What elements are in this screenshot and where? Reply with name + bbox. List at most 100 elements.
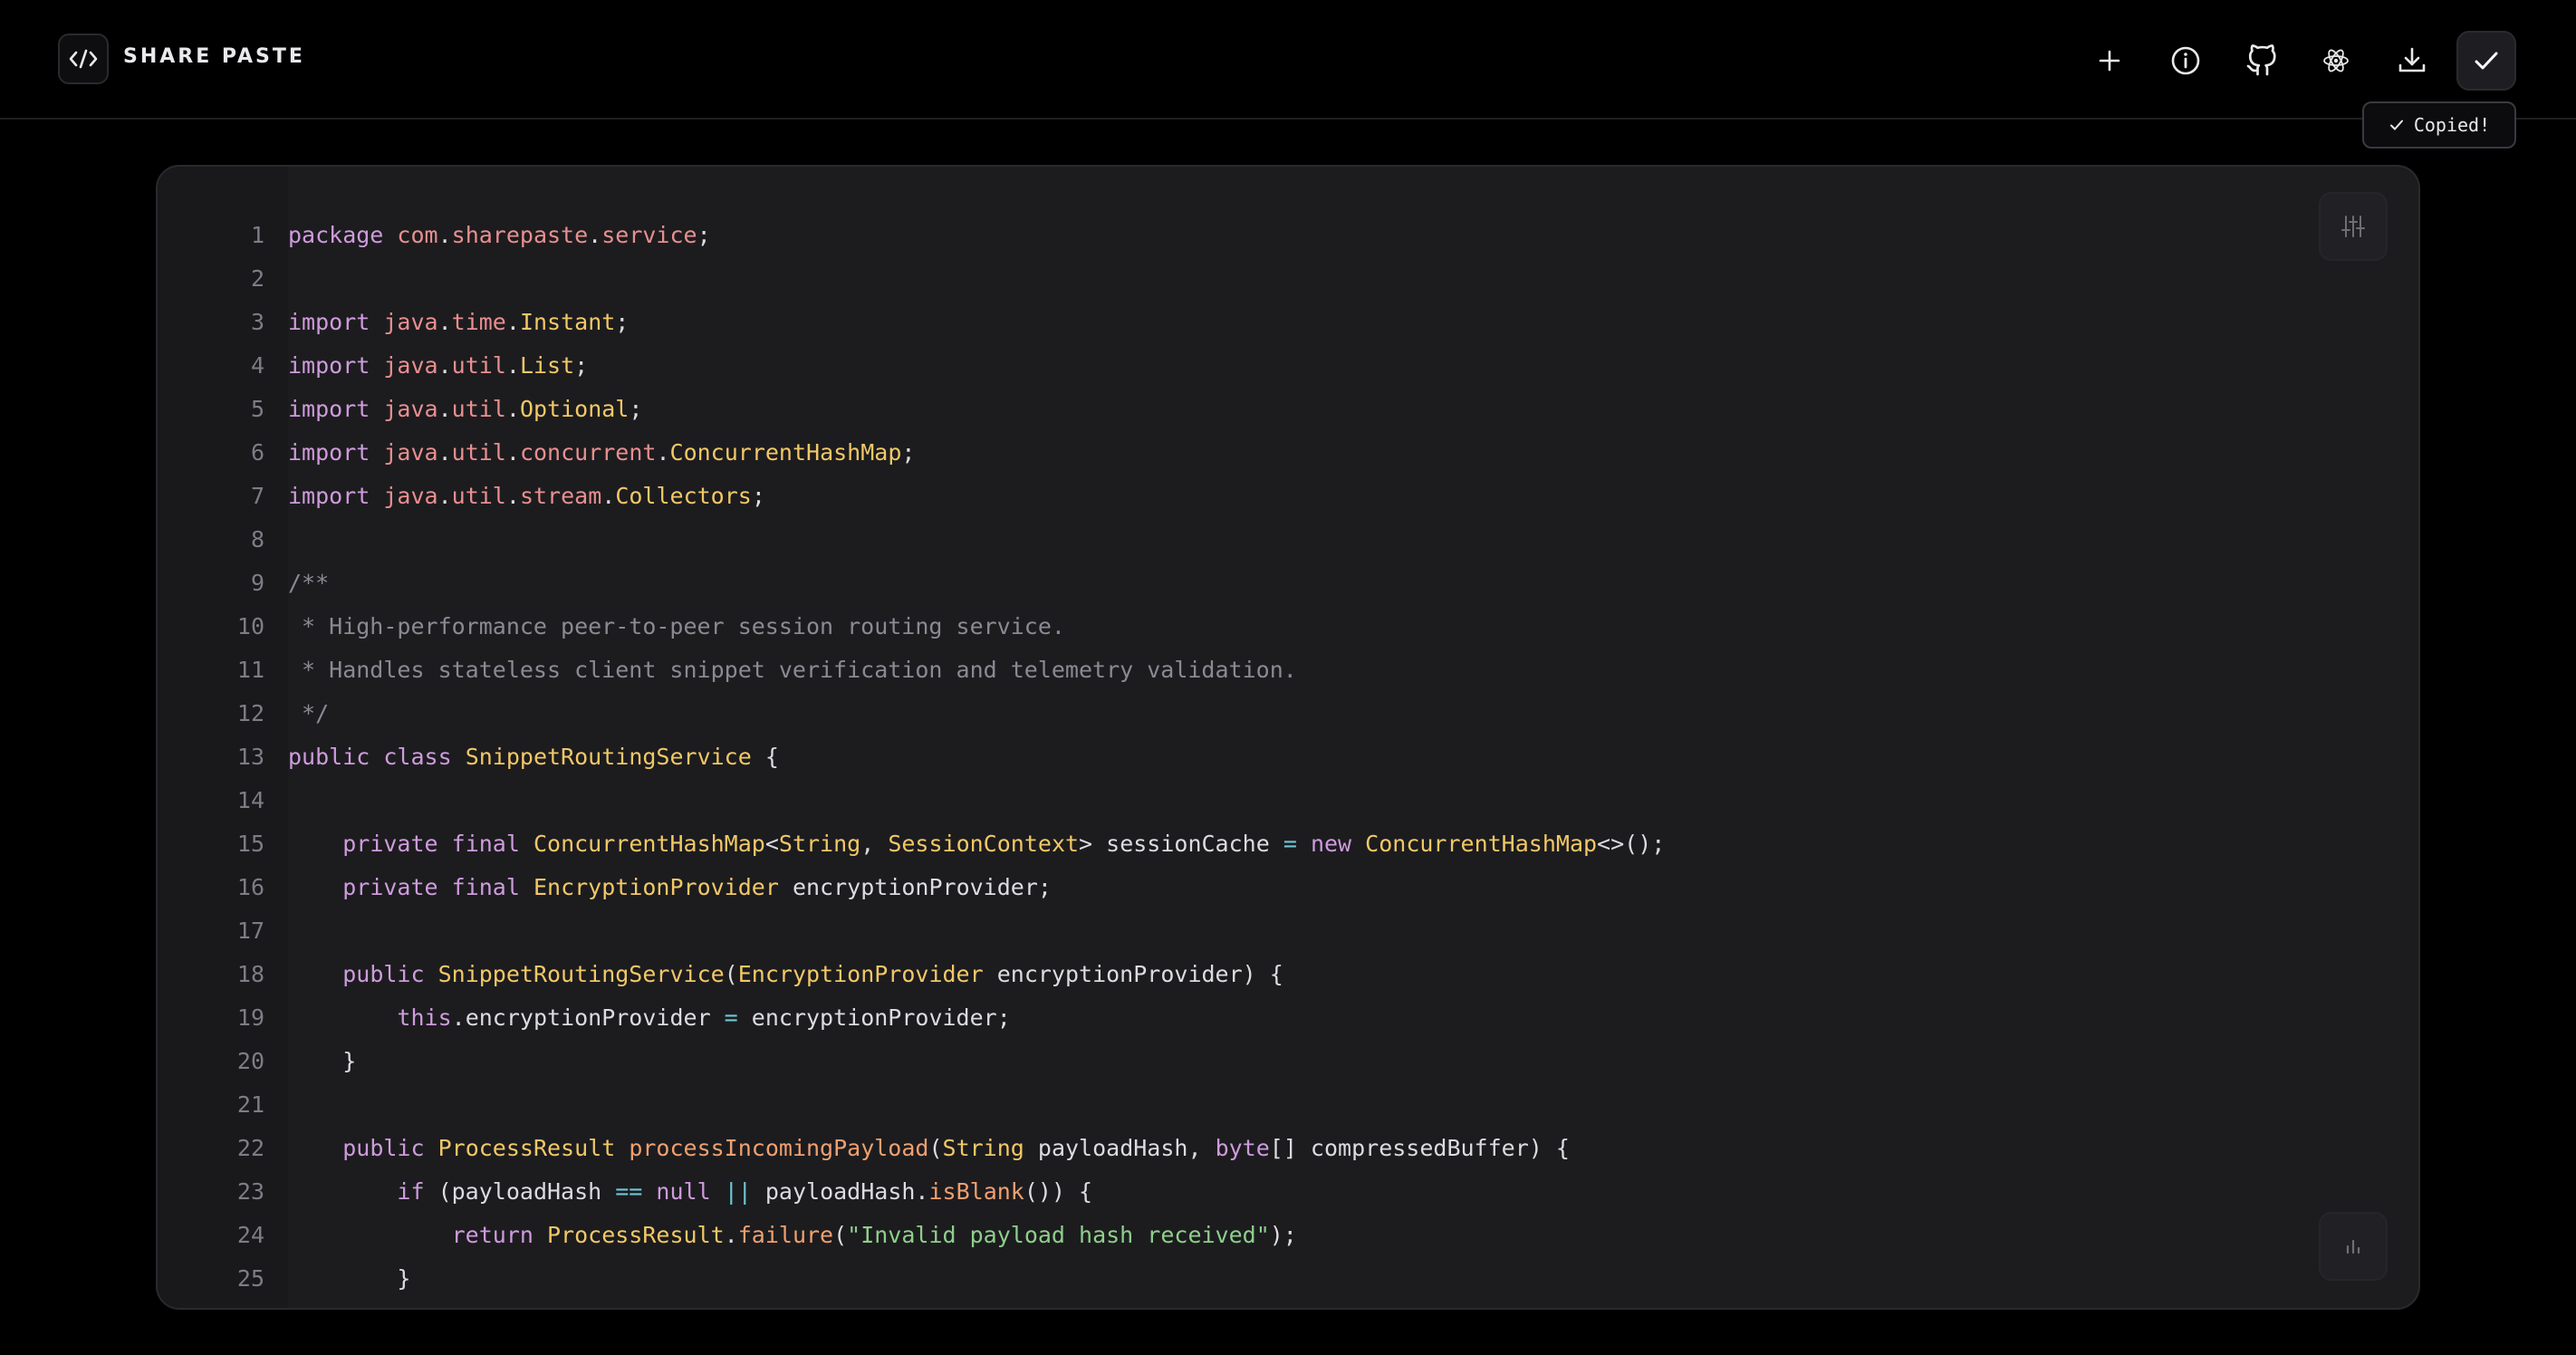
line-number: 11 bbox=[236, 657, 264, 683]
code-token: java bbox=[383, 352, 438, 379]
code-token: [] compressedBuffer) { bbox=[1269, 1135, 1570, 1161]
code-line: 25 } bbox=[158, 1257, 2418, 1301]
code-line: 8 bbox=[158, 518, 2418, 562]
line-source: import java.util.concurrent.ConcurrentHa… bbox=[288, 431, 915, 475]
github-button[interactable] bbox=[2232, 31, 2292, 91]
stats-button[interactable] bbox=[2319, 1212, 2388, 1281]
code-line: 20 } bbox=[158, 1040, 2418, 1083]
code-token: = bbox=[1283, 831, 1297, 857]
line-source: import java.time.Instant; bbox=[288, 301, 629, 344]
code-line: 18 public SnippetRoutingService(Encrypti… bbox=[158, 953, 2418, 996]
code-token: Optional bbox=[519, 396, 630, 422]
code-token: . bbox=[437, 309, 452, 335]
line-number: 23 bbox=[236, 1178, 264, 1205]
info-button[interactable] bbox=[2156, 31, 2216, 91]
code-line: 15 private final ConcurrentHashMap<Strin… bbox=[158, 822, 2418, 866]
code-token: . bbox=[505, 396, 520, 422]
code-token: util bbox=[451, 439, 506, 466]
code-token: failure bbox=[737, 1222, 834, 1248]
code-view[interactable]: 1 package com.sharepaste.service; 2 3 import… bbox=[158, 214, 2418, 1301]
theme-button[interactable] bbox=[2306, 31, 2366, 91]
code-token: sharepaste bbox=[451, 222, 589, 248]
line-number: 19 bbox=[236, 1004, 264, 1031]
line-number: 13 bbox=[236, 744, 264, 770]
code-line: 3 import java.time.Instant; bbox=[158, 301, 2418, 344]
code-token: ConcurrentHashMap bbox=[1365, 831, 1598, 857]
code-token: .encryptionProvider bbox=[451, 1004, 725, 1031]
code-token: . bbox=[505, 352, 520, 379]
code-line: 17 bbox=[158, 909, 2418, 953]
code-token: . bbox=[724, 1222, 738, 1248]
code-token: isBlank bbox=[928, 1178, 1024, 1205]
code-token: ; bbox=[615, 309, 630, 335]
code-line: 22 public ProcessResult processIncomingP… bbox=[158, 1127, 2418, 1170]
code-token: time bbox=[451, 309, 506, 335]
code-token: class bbox=[383, 744, 452, 770]
check-icon bbox=[2389, 120, 2403, 130]
line-number: 14 bbox=[236, 787, 264, 813]
line-number: 21 bbox=[236, 1091, 264, 1118]
copied-tooltip: Copied! bbox=[2362, 101, 2516, 149]
github-icon bbox=[2246, 44, 2276, 76]
code-token: util bbox=[451, 352, 506, 379]
code-token: == bbox=[615, 1178, 643, 1205]
code-line: 5 import java.util.Optional; bbox=[158, 388, 2418, 431]
line-number: 16 bbox=[236, 874, 264, 900]
code-token: ( bbox=[833, 1222, 848, 1248]
logo[interactable] bbox=[58, 34, 109, 84]
new-paste-button[interactable] bbox=[2080, 31, 2139, 91]
code-token: <>(); bbox=[1597, 831, 1666, 857]
copy-button[interactable] bbox=[2456, 31, 2516, 91]
code-token: = bbox=[724, 1004, 738, 1031]
bar-chart-icon bbox=[2346, 1239, 2360, 1254]
code-token: Instant bbox=[519, 309, 616, 335]
code-token: return bbox=[451, 1222, 533, 1248]
download-button[interactable] bbox=[2382, 31, 2442, 91]
line-number: 18 bbox=[236, 961, 264, 987]
code-token: private bbox=[342, 831, 438, 857]
code-line: 6 import java.util.concurrent.ConcurrentH… bbox=[158, 431, 2418, 475]
code-token: . bbox=[437, 483, 452, 509]
code-token: String bbox=[942, 1135, 1024, 1161]
line-number: 5 bbox=[250, 396, 264, 422]
code-token: final bbox=[451, 831, 520, 857]
code-token: import bbox=[288, 352, 370, 379]
line-source: */ bbox=[288, 692, 329, 735]
check-icon bbox=[2475, 52, 2498, 70]
code-token: ); bbox=[1269, 1222, 1297, 1248]
code-token: } bbox=[288, 1048, 357, 1074]
code-token: final bbox=[451, 874, 520, 900]
line-number: 2 bbox=[250, 265, 264, 292]
code-token: this bbox=[397, 1004, 452, 1031]
code-line: 12 */ bbox=[158, 692, 2418, 735]
code-token: * High-performance peer-to-peer session … bbox=[288, 613, 1065, 639]
code-token: package bbox=[288, 222, 384, 248]
line-source: import java.util.stream.Collectors; bbox=[288, 475, 765, 518]
code-token: java bbox=[383, 439, 438, 466]
settings-button[interactable] bbox=[2319, 192, 2388, 261]
code-token: . bbox=[437, 352, 452, 379]
code-token: String bbox=[778, 831, 861, 857]
code-token: ()) { bbox=[1024, 1178, 1093, 1205]
code-token: encryptionProvider) { bbox=[983, 961, 1283, 987]
code-token: payloadHash. bbox=[751, 1178, 929, 1205]
line-number: 9 bbox=[250, 570, 264, 596]
code-token: ; bbox=[751, 483, 765, 509]
